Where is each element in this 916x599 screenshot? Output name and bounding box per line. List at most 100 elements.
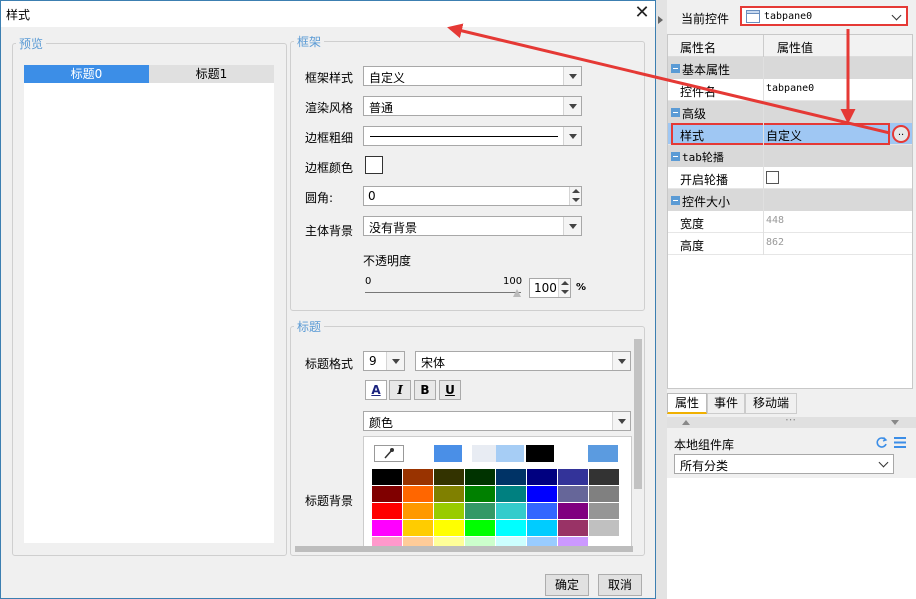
palette-color-swatch[interactable] (403, 469, 433, 485)
library-category-select[interactable]: 所有分类 (674, 454, 894, 474)
recent-color-swatch[interactable] (496, 445, 524, 462)
ok-button[interactable]: 确定 (545, 574, 589, 596)
spin-down-icon[interactable] (569, 196, 581, 205)
recent-color-swatch[interactable] (588, 445, 618, 462)
palette-color-swatch[interactable] (403, 520, 433, 536)
font-size-combo[interactable]: 9 (363, 351, 405, 371)
menu-icon[interactable] (894, 437, 906, 448)
grip-icon[interactable]: ⋯ (785, 413, 796, 426)
category-carousel[interactable]: tab轮播 (668, 145, 912, 167)
color-mode-combo[interactable]: 颜色 (363, 411, 631, 431)
border-width-combo[interactable] (363, 126, 582, 146)
palette-color-swatch[interactable] (465, 503, 495, 519)
panel-divider[interactable] (656, 0, 667, 599)
tab-mobile[interactable]: 移动端 (745, 393, 797, 414)
recent-color-swatch[interactable] (526, 445, 554, 462)
scrollbar-thumb[interactable] (634, 339, 642, 489)
palette-color-swatch[interactable] (372, 503, 402, 519)
palette-color-swatch[interactable] (465, 520, 495, 536)
palette-color-swatch[interactable] (465, 486, 495, 502)
palette-color-swatch[interactable] (558, 469, 588, 485)
spin-down-icon[interactable] (558, 288, 570, 297)
collapse-up-icon[interactable] (682, 420, 690, 425)
chevron-down-icon[interactable] (386, 352, 404, 370)
bold-button[interactable]: B (414, 380, 436, 400)
chevron-down-icon[interactable] (612, 352, 630, 370)
collapse-icon[interactable] (671, 108, 680, 117)
collapse-icon[interactable] (671, 64, 680, 73)
recent-color-swatch[interactable] (434, 445, 462, 462)
title-hscrollbar[interactable] (295, 546, 633, 552)
category-advanced[interactable]: 高级 (668, 101, 912, 123)
preview-tab-0[interactable]: 标题0 (24, 65, 149, 83)
underline-button[interactable]: U (439, 380, 461, 400)
palette-color-swatch[interactable] (496, 486, 526, 502)
render-style-combo[interactable]: 普通 (363, 96, 582, 116)
cancel-button[interactable]: 取消 (598, 574, 642, 596)
radius-spinner[interactable]: 0 (363, 186, 582, 206)
palette-color-swatch[interactable] (496, 469, 526, 485)
palette-color-swatch[interactable] (403, 486, 433, 502)
palette-color-swatch[interactable] (496, 520, 526, 536)
palette-color-swatch[interactable] (589, 503, 619, 519)
close-icon[interactable]: ✕ (632, 3, 652, 23)
property-row-height[interactable]: 高度 862 (668, 233, 912, 255)
palette-color-swatch[interactable] (558, 520, 588, 536)
collapse-down-icon[interactable] (891, 420, 899, 425)
refresh-icon[interactable] (875, 436, 888, 449)
palette-color-swatch[interactable] (372, 520, 402, 536)
dialog-titlebar[interactable]: 样式 ✕ (1, 1, 655, 27)
opacity-slider[interactable] (365, 288, 521, 298)
opacity-slider-thumb[interactable] (513, 288, 521, 297)
property-row-carousel[interactable]: 开启轮播 (668, 167, 912, 189)
palette-color-swatch[interactable] (372, 469, 402, 485)
category-size[interactable]: 控件大小 (668, 189, 912, 211)
spin-up-icon[interactable] (558, 279, 570, 288)
palette-color-swatch[interactable] (527, 469, 557, 485)
font-color-button[interactable]: A (365, 380, 387, 400)
recent-color-swatch[interactable] (558, 445, 586, 462)
splitter-bar[interactable]: ⋯ (667, 413, 916, 428)
palette-color-swatch[interactable] (465, 469, 495, 485)
palette-color-swatch[interactable] (372, 486, 402, 502)
palette-color-swatch[interactable] (589, 520, 619, 536)
palette-color-swatch[interactable] (527, 520, 557, 536)
property-row-width[interactable]: 宽度 448 (668, 211, 912, 233)
palette-color-swatch[interactable] (434, 503, 464, 519)
eyedropper-button[interactable] (374, 445, 404, 462)
chevron-down-icon[interactable] (891, 10, 902, 21)
palette-color-swatch[interactable] (434, 520, 464, 536)
preview-tab-1[interactable]: 标题1 (149, 65, 274, 83)
property-row-style[interactable]: 样式 自定义 .. (668, 123, 912, 145)
palette-color-swatch[interactable] (527, 486, 557, 502)
chevron-down-icon[interactable] (612, 412, 630, 430)
frame-style-combo[interactable]: 自定义 (363, 66, 582, 86)
chevron-down-icon[interactable] (563, 127, 581, 145)
palette-color-swatch[interactable] (589, 469, 619, 485)
tab-properties[interactable]: 属性 (667, 393, 707, 414)
chevron-down-icon[interactable] (563, 97, 581, 115)
style-more-button[interactable]: .. (892, 125, 910, 143)
palette-color-swatch[interactable] (434, 486, 464, 502)
carousel-checkbox[interactable] (766, 171, 779, 184)
palette-color-swatch[interactable] (558, 503, 588, 519)
palette-color-swatch[interactable] (496, 503, 526, 519)
chevron-down-icon[interactable] (563, 67, 581, 85)
chevron-down-icon[interactable] (563, 217, 581, 235)
spin-up-icon[interactable] (569, 187, 581, 196)
category-basic[interactable]: 基本属性 (668, 57, 912, 79)
chevron-down-icon[interactable] (878, 457, 889, 468)
current-control-select[interactable]: tabpane0 (740, 6, 908, 26)
collapse-icon[interactable] (671, 196, 680, 205)
tab-events[interactable]: 事件 (707, 393, 745, 414)
body-background-combo[interactable]: 没有背景 (363, 216, 582, 236)
opacity-spinner[interactable]: 100 (529, 278, 571, 298)
border-color-swatch[interactable] (365, 156, 383, 174)
collapse-arrow-icon[interactable] (658, 16, 663, 24)
font-name-combo[interactable]: 宋体 (415, 351, 631, 371)
collapse-icon[interactable] (671, 152, 680, 161)
palette-color-swatch[interactable] (558, 486, 588, 502)
title-scrollbar[interactable] (634, 339, 642, 549)
palette-color-swatch[interactable] (434, 469, 464, 485)
italic-button[interactable]: I (389, 380, 411, 400)
